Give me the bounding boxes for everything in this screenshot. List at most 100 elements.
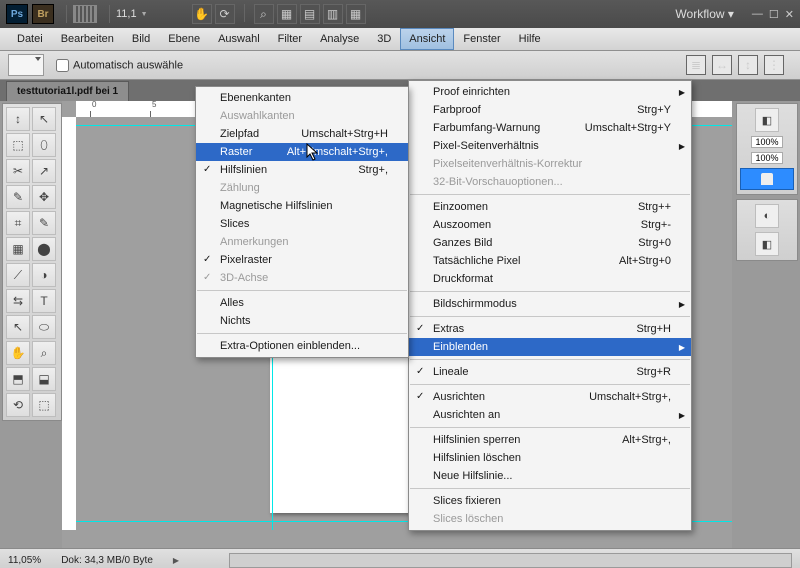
menu-item[interactable]: RasterAlt+Umschalt+Strg+, [196,143,408,161]
tool-button[interactable]: ↖ [6,315,30,339]
tool-button[interactable]: ⟲ [6,393,30,417]
options-icon[interactable]: ↔ [712,55,732,75]
menu-item[interactable]: ✓LinealeStrg+R [409,363,691,381]
close-button[interactable]: ✕ [785,8,794,21]
photoshop-icon[interactable]: Ps [6,4,28,24]
menu-item[interactable]: Hilfslinien sperrenAlt+Strg+, [409,431,691,449]
menu-item[interactable]: Slices fixieren [409,492,691,510]
menu-item[interactable]: ZielpfadUmschalt+Strg+H [196,125,408,143]
menu-item[interactable]: ✓HilfslinienStrg+, [196,161,408,179]
film-strip-icon[interactable] [73,5,97,23]
title-tool-button[interactable]: ▦ [346,4,366,24]
options-icon[interactable]: ≣ [686,55,706,75]
tool-button[interactable]: ⬓ [32,367,56,391]
scrollbar-horizontal[interactable] [229,553,792,568]
dock-icon[interactable]: ◐ [755,204,779,228]
layer-thumbnail[interactable] [740,168,794,190]
tool-button[interactable]: ⟋ [6,263,30,287]
menu-item[interactable]: Nichts [196,312,408,330]
layers-icon[interactable]: ◧ [755,108,779,132]
menu-ebene[interactable]: Ebene [159,28,209,50]
title-tool-button[interactable]: ▤ [300,4,320,24]
title-tool-button[interactable]: ⟳ [215,4,235,24]
title-tool-button[interactable]: ⌕ [254,4,274,24]
menu-item[interactable]: Slices [196,215,408,233]
tool-button[interactable]: T [32,289,56,313]
tool-button[interactable]: ↖ [32,107,56,131]
ruler-vertical[interactable] [62,117,77,530]
menu-item[interactable]: AuszoomenStrg+- [409,216,691,234]
menu-bild[interactable]: Bild [123,28,159,50]
menu-item[interactable]: Magnetische Hilfslinien [196,197,408,215]
document-tab[interactable]: testtutoria1l.pdf bei 1 [6,81,129,101]
options-icon[interactable]: ↕ [738,55,758,75]
menu-item[interactable]: Pixel-Seitenverhältnis▶ [409,137,691,155]
menu-item[interactable]: Tatsächliche PixelAlt+Strg+0 [409,252,691,270]
panel-collapsed[interactable]: ◐ ◧ [736,199,798,261]
dock-icon[interactable]: ◧ [755,232,779,256]
maximize-button[interactable]: ☐ [769,8,779,21]
menu-item[interactable]: Neue Hilfslinie... [409,467,691,485]
menu-item[interactable]: Hilfslinien löschen [409,449,691,467]
menu-datei[interactable]: Datei [8,28,52,50]
tool-button[interactable]: ⬯ [32,133,56,157]
menu-item[interactable]: Druckformat [409,270,691,288]
tool-button[interactable]: ✋ [6,341,30,365]
tool-button[interactable]: ↗ [32,159,56,183]
title-tool-button[interactable]: ✋ [192,4,212,24]
tool-button[interactable]: ⇆ [6,289,30,313]
tool-button[interactable]: ⌗ [6,211,30,235]
tool-button[interactable]: ⬚ [6,133,30,157]
tool-button[interactable]: ⬒ [6,367,30,391]
tool-button[interactable]: ↕ [6,107,30,131]
menu-fenster[interactable]: Fenster [454,28,509,50]
menu-item[interactable]: EinzoomenStrg++ [409,198,691,216]
percent-field[interactable]: 100% [751,136,782,148]
menu-item[interactable]: Einblenden▶ [409,338,691,356]
menu-item[interactable]: Proof einrichten▶ [409,83,691,101]
menu-item[interactable]: Extra-Optionen einblenden... [196,337,408,355]
menu-ansicht[interactable]: Ansicht [400,28,454,50]
tool-button[interactable]: ⬚ [32,393,56,417]
tool-button[interactable]: ✂ [6,159,30,183]
title-tool-button[interactable]: ▦ [277,4,297,24]
menu-item[interactable]: Farbumfang-WarnungUmschalt+Strg+Y [409,119,691,137]
title-zoom[interactable]: 11,1 [116,8,137,20]
minimize-button[interactable]: — [752,8,763,21]
menu-item[interactable]: Alles [196,294,408,312]
options-icon[interactable]: ⋮ [764,55,784,75]
menu-analyse[interactable]: Analyse [311,28,368,50]
menu-item[interactable]: FarbproofStrg+Y [409,101,691,119]
menu-filter[interactable]: Filter [269,28,311,50]
menu-auswahl[interactable]: Auswahl [209,28,269,50]
menu-item[interactable]: Ausrichten an▶ [409,406,691,424]
title-tool-button[interactable]: ▥ [323,4,343,24]
menu-item[interactable]: Ganzes BildStrg+0 [409,234,691,252]
menu-item[interactable]: ✓Pixelraster [196,251,408,269]
tool-button[interactable]: ⬭ [32,315,56,339]
tool-button[interactable]: ⌕ [32,341,56,365]
menu-hilfe[interactable]: Hilfe [510,28,550,50]
percent-field[interactable]: 100% [751,152,782,164]
tool-button[interactable]: ✥ [32,185,56,209]
bridge-icon[interactable]: Br [32,4,54,24]
status-docsize[interactable]: Dok: 34,3 MB/0 Byte [61,555,153,566]
menu-bearbeiten[interactable]: Bearbeiten [52,28,123,50]
menu-item[interactable]: Bildschirmmodus▶ [409,295,691,313]
menu-3d[interactable]: 3D [368,28,400,50]
panel-collapsed[interactable]: ◧ 100% 100% [736,103,798,195]
tool-button[interactable]: ✎ [6,185,30,209]
chevron-right-icon[interactable]: ▶ [173,556,179,565]
auto-select-checkbox[interactable]: Automatisch auswähle [52,56,183,75]
tool-preset-selector[interactable] [8,54,44,76]
chevron-down-icon[interactable]: ▼ [141,11,148,18]
status-zoom[interactable]: 11,05% [8,555,41,566]
tool-button[interactable]: ⬤ [32,237,56,261]
workspace-switcher[interactable]: Workflow ▾ [675,7,733,21]
menu-item[interactable]: Ebenenkanten [196,89,408,107]
menu-item[interactable]: ✓ExtrasStrg+H [409,320,691,338]
menu-item[interactable]: ✓AusrichtenUmschalt+Strg+, [409,388,691,406]
tool-button[interactable]: ▦ [6,237,30,261]
tool-button[interactable]: ◑ [32,263,56,287]
tool-button[interactable]: ✎ [32,211,56,235]
